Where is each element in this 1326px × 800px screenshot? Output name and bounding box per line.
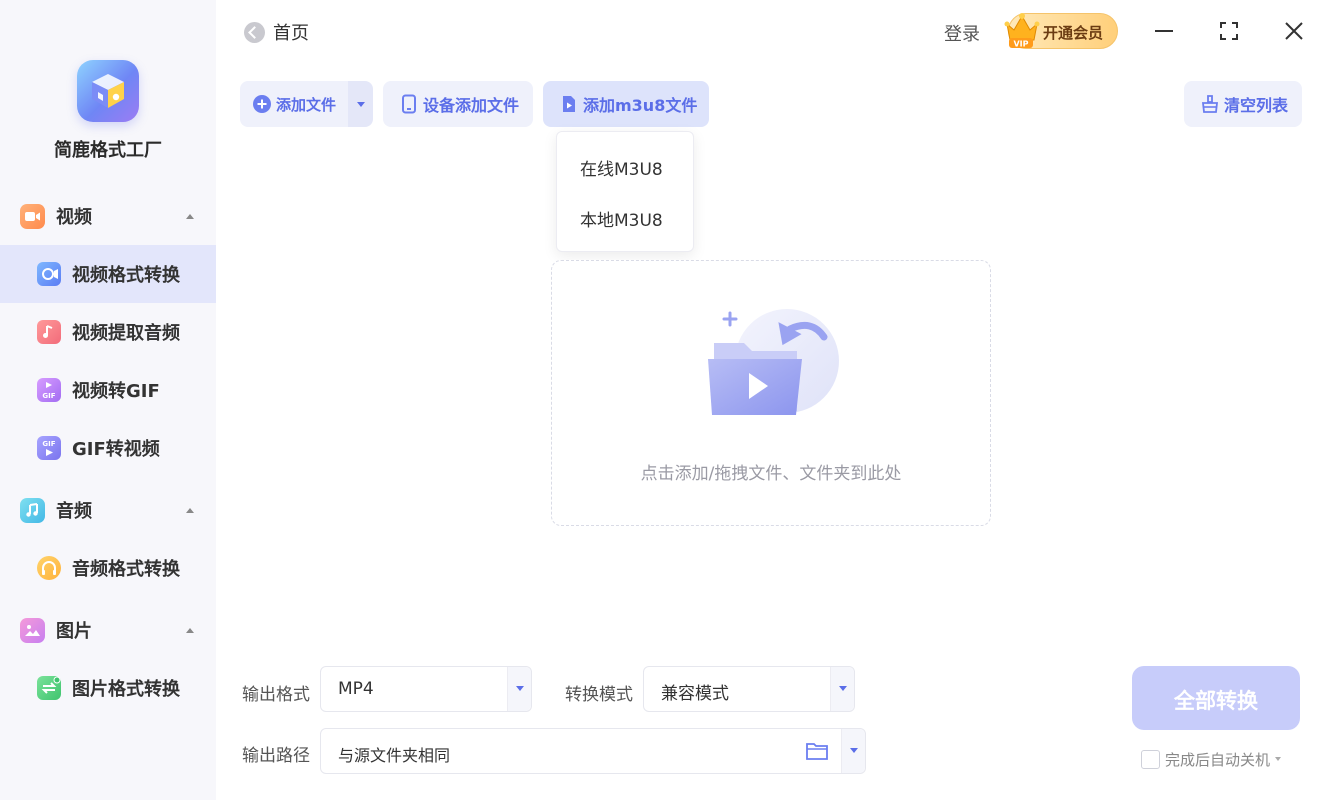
collapse-caret-icon[interactable] bbox=[186, 213, 194, 219]
device-add-file-button[interactable]: 设备添加文件 bbox=[383, 81, 533, 127]
chevron-down-icon bbox=[357, 102, 365, 107]
video-file-icon bbox=[563, 96, 575, 112]
sidebar-item-label: 音频格式转换 bbox=[72, 559, 180, 580]
video-to-gif-icon: GIF bbox=[37, 378, 61, 402]
device-add-file-label: 设备添加文件 bbox=[423, 96, 520, 115]
vip-button[interactable]: VIP 开通会员 bbox=[1004, 13, 1118, 49]
add-folder-illustration-icon bbox=[708, 309, 839, 415]
gif-to-video-icon: GIF bbox=[37, 436, 61, 460]
output-format-label: 输出格式 bbox=[242, 685, 310, 705]
add-file-button[interactable]: 添加文件 bbox=[240, 81, 348, 127]
folder-icon[interactable] bbox=[805, 741, 829, 761]
video-convert-icon bbox=[37, 262, 61, 286]
sidebar-item-label: 视频格式转换 bbox=[72, 265, 180, 286]
sidebar-item-gif-to-video[interactable]: GIF GIF转视频 bbox=[0, 419, 216, 477]
m3u8-dropdown-menu: 在线M3U8 本地M3U8 bbox=[556, 131, 694, 252]
home-link[interactable]: 首页 bbox=[244, 20, 309, 44]
chevron-down-icon[interactable] bbox=[1275, 757, 1282, 761]
group-video-label: 视频 bbox=[56, 207, 92, 228]
sidebar-item-label: 图片格式转换 bbox=[72, 679, 180, 700]
group-image[interactable]: 图片 bbox=[0, 610, 216, 650]
headphones-icon bbox=[37, 556, 61, 580]
output-format-value: MP4 bbox=[338, 679, 374, 699]
image-icon bbox=[20, 617, 45, 643]
sidebar-item-video-extract-audio[interactable]: 视频提取音频 bbox=[0, 303, 216, 361]
image-convert-icon bbox=[37, 676, 61, 700]
chevron-down-icon[interactable] bbox=[507, 667, 531, 711]
app-logo bbox=[77, 60, 139, 122]
vip-crown-icon: VIP bbox=[1004, 13, 1040, 49]
file-drop-zone[interactable]: 点击添加/拖拽文件、文件夹到此处 bbox=[551, 260, 991, 526]
convert-mode-select[interactable]: 兼容模式 bbox=[643, 666, 855, 712]
minimize-icon[interactable] bbox=[1151, 18, 1177, 44]
sidebar-item-audio-format-convert[interactable]: 音频格式转换 bbox=[0, 539, 216, 597]
chevron-down-icon[interactable] bbox=[841, 729, 865, 773]
group-video[interactable]: 视频 bbox=[0, 196, 216, 236]
output-path-label: 输出路径 bbox=[242, 746, 310, 766]
clear-list-button[interactable]: 清空列表 bbox=[1184, 81, 1302, 127]
audio-icon bbox=[20, 497, 45, 523]
output-format-select[interactable]: MP4 bbox=[320, 666, 532, 712]
svg-text:GIF: GIF bbox=[42, 440, 55, 448]
drop-zone-hint: 点击添加/拖拽文件、文件夹到此处 bbox=[640, 464, 902, 484]
music-note-icon bbox=[37, 320, 61, 344]
collapse-caret-icon[interactable] bbox=[186, 627, 194, 633]
sidebar-item-video-format-convert[interactable]: 视频格式转换 bbox=[0, 245, 216, 303]
back-arrow-icon bbox=[244, 21, 265, 43]
group-audio-label: 音频 bbox=[56, 501, 92, 522]
login-link[interactable]: 登录 bbox=[944, 20, 980, 46]
sidebar-item-label: GIF转视频 bbox=[72, 439, 160, 460]
auto-shutdown-option[interactable]: 完成后自动关机 bbox=[1141, 749, 1282, 769]
convert-mode-value: 兼容模式 bbox=[661, 684, 729, 704]
add-m3u8-button[interactable]: 添加m3u8文件 bbox=[543, 81, 709, 127]
output-path-value: 与源文件夹相同 bbox=[338, 746, 451, 765]
sidebar-item-label: 视频提取音频 bbox=[72, 323, 180, 344]
convert-all-label: 全部转换 bbox=[1174, 689, 1258, 713]
plus-circle-icon bbox=[253, 95, 271, 113]
auto-shutdown-label: 完成后自动关机 bbox=[1165, 750, 1271, 769]
app-name: 简鹿格式工厂 bbox=[54, 140, 162, 161]
sidebar-item-label: 视频转GIF bbox=[72, 381, 160, 402]
sidebar-item-video-to-gif[interactable]: GIF 视频转GIF bbox=[0, 361, 216, 419]
chevron-down-icon[interactable] bbox=[830, 667, 854, 711]
home-label: 首页 bbox=[273, 23, 309, 44]
add-file-dropdown-button[interactable] bbox=[348, 81, 373, 127]
menu-item-local-m3u8[interactable]: 本地M3U8 bbox=[580, 206, 663, 231]
collapse-caret-icon[interactable] bbox=[186, 507, 194, 513]
group-image-label: 图片 bbox=[56, 621, 92, 642]
phone-icon bbox=[402, 94, 416, 114]
vip-label: 开通会员 bbox=[1043, 24, 1104, 42]
maximize-icon[interactable] bbox=[1216, 18, 1242, 44]
menu-item-online-m3u8[interactable]: 在线M3U8 bbox=[580, 155, 663, 180]
convert-all-button[interactable]: 全部转换 bbox=[1132, 666, 1300, 730]
clear-list-label: 清空列表 bbox=[1224, 96, 1289, 115]
broom-icon bbox=[1201, 95, 1219, 113]
svg-text:GIF: GIF bbox=[42, 392, 55, 400]
close-icon[interactable] bbox=[1281, 18, 1307, 44]
add-m3u8-label: 添加m3u8文件 bbox=[583, 96, 698, 115]
sidebar-item-image-format-convert[interactable]: 图片格式转换 bbox=[0, 659, 216, 717]
sidebar: 简鹿格式工厂 视频 视频格式转换 视频提取音频 GIF 视频转GIF GIF G… bbox=[0, 0, 216, 800]
output-path-field[interactable]: 与源文件夹相同 bbox=[320, 728, 866, 774]
group-audio[interactable]: 音频 bbox=[0, 490, 216, 530]
video-camera-icon bbox=[20, 203, 45, 229]
auto-shutdown-checkbox[interactable] bbox=[1141, 749, 1160, 769]
convert-mode-label: 转换模式 bbox=[565, 685, 633, 705]
add-file-label: 添加文件 bbox=[276, 95, 337, 114]
vip-badge-text: VIP bbox=[1013, 40, 1028, 49]
